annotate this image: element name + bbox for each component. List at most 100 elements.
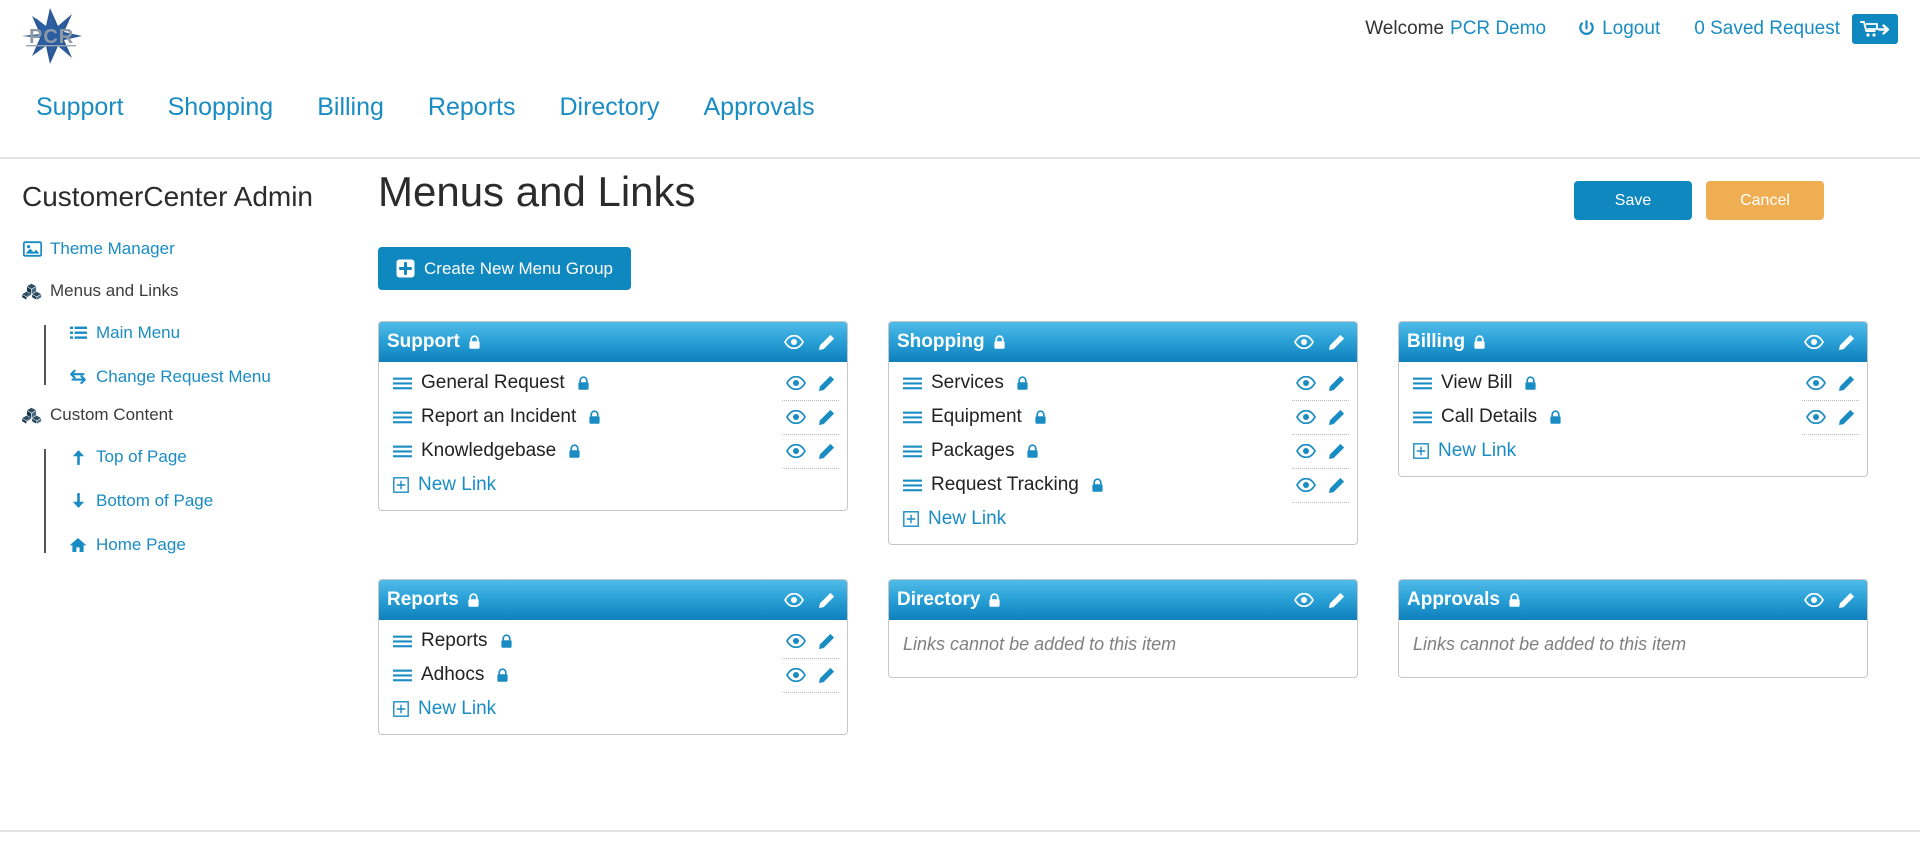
admin-sidebar: CustomerCenter Admin Theme Manager [0,159,372,573]
eye-icon[interactable] [1806,376,1826,390]
link-row-actions [1296,443,1345,460]
drag-handle-icon[interactable] [903,479,925,492]
drag-handle-icon[interactable] [903,411,925,424]
pencil-icon[interactable] [818,375,835,392]
card-body: Services Equipment [889,362,1357,544]
pencil-icon[interactable] [1838,375,1855,392]
plus-square-outline-icon [903,511,919,527]
eye-icon[interactable] [786,444,806,458]
pencil-icon[interactable] [1838,592,1855,609]
save-button[interactable]: Save [1574,181,1692,220]
link-label: Knowledgebase [421,440,556,462]
pencil-icon[interactable] [1838,334,1855,351]
pencil-icon[interactable] [1328,477,1345,494]
drag-handle-icon[interactable] [393,669,415,682]
nav-item-reports[interactable]: Reports [406,93,538,122]
eye-icon[interactable] [1296,410,1316,424]
eye-icon[interactable] [786,668,806,682]
pencil-icon[interactable] [818,592,835,609]
eye-icon[interactable] [786,376,806,390]
nav-item-approvals[interactable]: Approvals [681,93,836,122]
pencil-icon[interactable] [1838,409,1855,426]
user-name-link[interactable]: PCR Demo [1450,18,1546,40]
home-icon [68,536,88,554]
eye-icon[interactable] [1296,444,1316,458]
create-new-menu-group-button[interactable]: Create New Menu Group [378,247,631,290]
new-link-button[interactable]: New Link [379,692,847,726]
card-header-actions [1804,334,1855,351]
new-link-button[interactable]: New Link [1399,434,1867,468]
sidebar-item-theme-manager[interactable]: Theme Manager [22,239,372,259]
eye-icon[interactable] [1296,376,1316,390]
new-link-button[interactable]: New Link [379,468,847,502]
drag-handle-icon[interactable] [393,635,415,648]
cancel-button[interactable]: Cancel [1706,181,1824,220]
eye-icon[interactable] [784,335,804,349]
lock-icon [1549,410,1562,425]
eye-icon[interactable] [1804,335,1824,349]
nav-item-billing[interactable]: Billing [295,93,406,122]
new-link-label: New Link [928,508,1006,530]
link-label: View Bill [1441,372,1512,394]
eye-icon[interactable] [1294,593,1314,607]
drag-handle-icon[interactable] [1413,411,1435,424]
card-title: Directory [897,589,980,611]
pencil-icon[interactable] [1328,592,1345,609]
link-row-actions [1296,375,1345,392]
lock-icon [1034,410,1047,425]
drag-handle-icon[interactable] [393,377,415,390]
card-header: Reports [379,580,847,620]
pcr-starburst-logo[interactable]: PCR [20,6,84,66]
saved-request-link[interactable]: 0 Saved Request [1694,18,1840,40]
eye-icon[interactable] [786,410,806,424]
pencil-icon[interactable] [818,667,835,684]
eye-icon[interactable] [1294,335,1314,349]
nav-item-directory[interactable]: Directory [537,93,681,122]
new-link-button[interactable]: New Link [889,502,1357,536]
new-link-label: New Link [418,474,496,496]
top-bar-right: Welcome PCR Demo Logout 0 Saved Request [1365,14,1898,44]
sidebar-item-menus-and-links[interactable]: Menus and Links [22,281,372,301]
logout-button[interactable]: Logout [1578,18,1660,40]
pencil-icon[interactable] [818,633,835,650]
pencil-icon[interactable] [1328,334,1345,351]
eye-icon[interactable] [784,593,804,607]
sidebar-item-bottom-of-page[interactable]: Bottom of Page [68,491,372,511]
cart-button[interactable] [1852,14,1898,44]
link-row-actions [786,375,835,392]
card-header: Approvals [1399,580,1867,620]
nav-item-support[interactable]: Support [14,93,146,122]
card-title: Shopping [897,331,985,353]
sidebar-item-change-request-menu[interactable]: Change Request Menu [68,367,372,387]
drag-handle-icon[interactable] [903,445,925,458]
card-title: Reports [387,589,459,611]
pencil-icon[interactable] [818,334,835,351]
eye-icon[interactable] [1804,593,1824,607]
pencil-icon[interactable] [818,409,835,426]
sidebar-item-main-menu[interactable]: Main Menu [68,323,372,343]
card-title: Support [387,331,460,353]
link-row: Report an Incident [379,400,847,434]
menu-group-card-shopping: Shopping Services [888,321,1358,545]
pencil-icon[interactable] [1328,375,1345,392]
drag-handle-icon[interactable] [393,411,415,424]
lock-icon [1091,478,1104,493]
eye-icon[interactable] [1296,478,1316,492]
sidebar-item-home-page[interactable]: Home Page [68,535,372,555]
drag-handle-icon[interactable] [393,445,415,458]
nav-item-shopping[interactable]: Shopping [146,93,296,122]
drag-handle-icon[interactable] [903,377,925,390]
eye-icon[interactable] [1806,410,1826,424]
pencil-icon[interactable] [1328,443,1345,460]
sidebar-item-top-of-page[interactable]: Top of Page [68,447,372,467]
drag-handle-icon[interactable] [1413,377,1435,390]
sidebar-item-custom-content[interactable]: Custom Content [22,405,372,425]
eye-icon[interactable] [786,634,806,648]
lock-icon [1508,593,1521,608]
lock-icon [568,444,581,459]
link-label: Adhocs [421,664,484,686]
card-body: General Request Report an Incident [379,362,847,510]
pencil-icon[interactable] [818,443,835,460]
welcome-label: Welcome [1365,18,1444,40]
pencil-icon[interactable] [1328,409,1345,426]
